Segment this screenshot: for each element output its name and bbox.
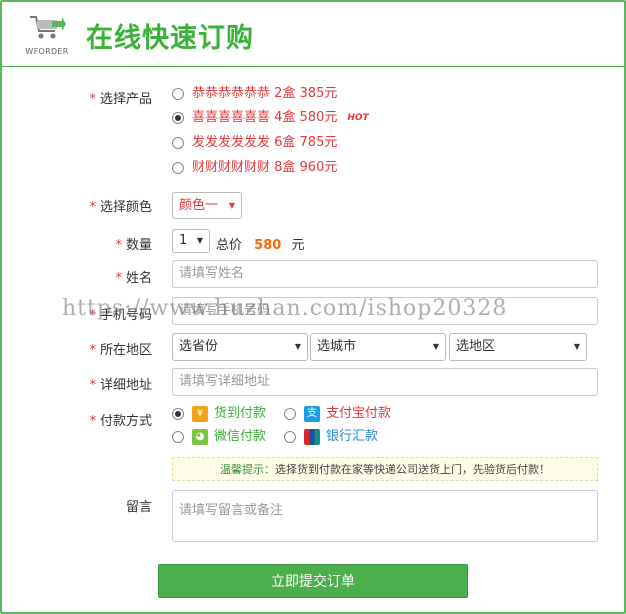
city-select[interactable]: 选城市 ▼ — [310, 333, 446, 361]
total-value: 580 — [254, 238, 282, 253]
product-option-4[interactable]: 财财财财财财 8盒 960元 — [172, 159, 337, 177]
caret-down-icon: ▼ — [573, 342, 580, 351]
address-label: * 详细地址 — [89, 378, 152, 393]
message-label: 留言 — [125, 500, 152, 515]
cod-icon: ¥ — [192, 406, 208, 422]
name-label: * 姓名 — [115, 271, 152, 286]
color-label: * 选择颜色 — [89, 200, 152, 215]
watermark-text: https://www.huzhan.com/ishop20328 — [62, 296, 508, 321]
radio-button[interactable] — [172, 162, 184, 174]
hot-badge-icon: HOT — [347, 113, 369, 123]
district-select[interactable]: 选地区 ▼ — [449, 333, 587, 361]
quantity-label: * 数量 — [115, 238, 152, 253]
payment-option-bank[interactable]: 银行汇款 — [284, 428, 378, 446]
caret-down-icon: ▼ — [196, 236, 203, 245]
radio-button[interactable] — [172, 88, 184, 100]
province-select[interactable]: 选省份 ▼ — [172, 333, 308, 361]
payment-label: * 付款方式 — [89, 414, 152, 429]
product-option-2[interactable]: 喜喜喜喜喜喜 4盒 580元 HOT — [172, 109, 369, 127]
radio-button[interactable] — [284, 408, 296, 420]
product-label: * 选择产品 — [89, 92, 152, 107]
submit-order-button[interactable]: 立即提交订单 — [158, 564, 468, 598]
quantity-select[interactable]: 1 ▼ — [172, 229, 210, 253]
logo-text: WFORDER — [25, 47, 69, 56]
name-input[interactable]: 请填写姓名 — [172, 260, 598, 288]
total-price: 总价 580 元 — [216, 238, 305, 253]
payment-option-cod[interactable]: ¥ 货到付款 — [172, 405, 266, 423]
logo: WFORDER — [24, 14, 70, 58]
message-textarea[interactable]: 请填写留言或备注 — [172, 490, 598, 542]
payment-option-wechat[interactable]: ◕ 微信付款 — [172, 428, 266, 446]
radio-button[interactable] — [172, 137, 184, 149]
color-select[interactable]: 颜色一 ▼ — [172, 192, 242, 219]
product-option-1[interactable]: 恭恭恭恭恭恭 2盒 385元 — [172, 85, 337, 103]
caret-down-icon: ▼ — [432, 342, 439, 351]
address-input[interactable]: 请填写详细地址 — [172, 368, 598, 396]
caret-down-icon: ▼ — [228, 201, 235, 210]
unionpay-icon — [304, 429, 320, 445]
wechat-icon: ◕ — [192, 429, 208, 445]
radio-button[interactable] — [172, 431, 184, 443]
tip-box: 温馨提示：选择货到付款在家等快递公司送货上门，先验货后付款！ — [172, 457, 598, 481]
radio-button[interactable] — [284, 431, 296, 443]
shopping-cart-icon — [30, 16, 66, 39]
product-option-3[interactable]: 发发发发发发 6盒 785元 — [172, 134, 337, 152]
radio-button-checked[interactable] — [172, 408, 184, 420]
page-title: 在线快速订购 — [86, 23, 254, 54]
radio-button-checked[interactable] — [172, 112, 184, 124]
header: WFORDER 在线快速订购 — [2, 2, 624, 67]
payment-option-alipay[interactable]: 支支付宝付款 — [284, 405, 391, 423]
caret-down-icon: ▼ — [294, 342, 301, 351]
alipay-icon: 支 — [304, 406, 320, 422]
region-label: * 所在地区 — [89, 343, 152, 358]
